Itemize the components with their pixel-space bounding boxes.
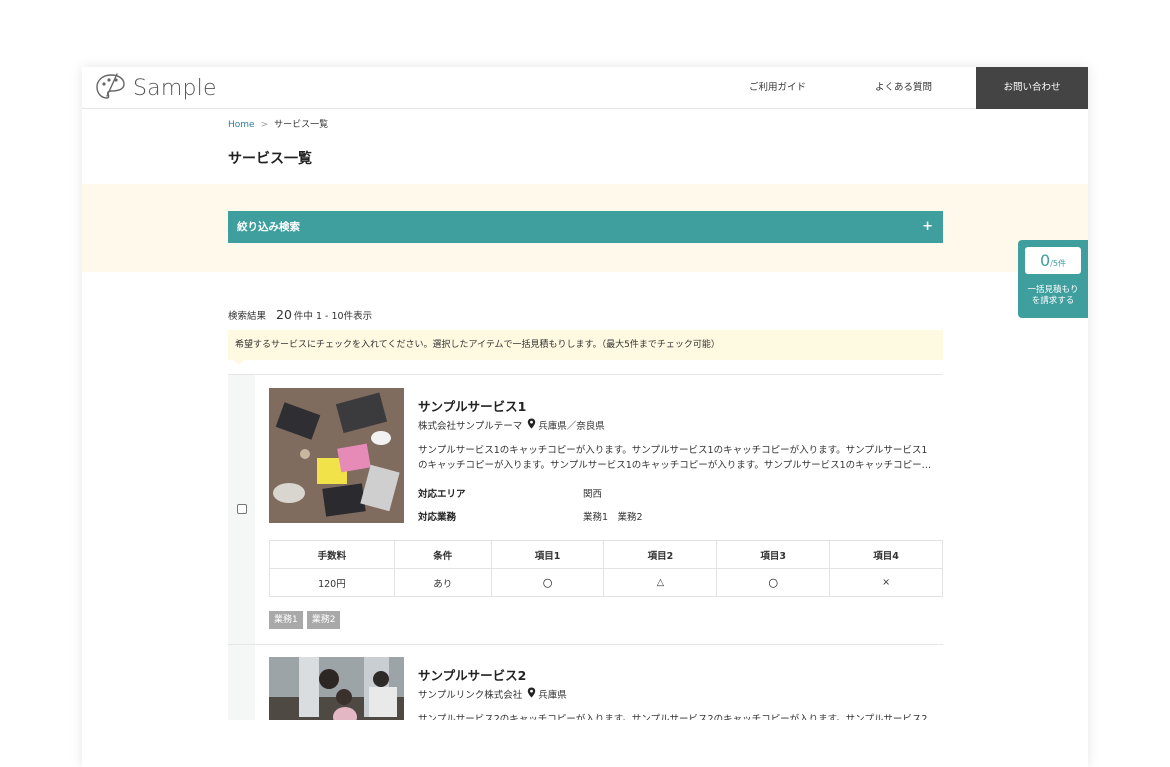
table-cell: × <box>829 568 943 597</box>
service-2-name[interactable]: サンプルサービス2 <box>418 665 526 684</box>
service-2-location: 兵庫県 <box>538 690 567 701</box>
service-1-location: 兵庫県／奈良県 <box>538 421 605 432</box>
service-1-company: 株式会社サンプルテーマ <box>418 421 523 432</box>
results-label: 検索結果 <box>228 311 267 322</box>
table-cell: △ <box>603 568 718 597</box>
breadcrumb-current: サービス一覧 <box>274 120 329 130</box>
service-1-area-value: 関西 <box>583 489 603 500</box>
service-2-company-row: サンプルリンク株式会社 兵庫県 <box>418 687 567 701</box>
checkbox-column <box>228 645 255 720</box>
breadcrumb-home-link[interactable]: Home <box>228 120 255 130</box>
filter-toggle-bar[interactable]: 絞り込み検索 + <box>228 211 943 243</box>
map-pin-icon <box>527 687 536 701</box>
table-header-cell: 項目1 <box>490 540 605 569</box>
service-1-tags: 業務1 業務2 <box>269 611 341 629</box>
breadcrumb-separator: > <box>260 120 269 130</box>
plus-icon: + <box>922 219 933 234</box>
bulk-quote-line: を請求する <box>1031 296 1075 306</box>
table-header-cell: 項目2 <box>603 540 718 569</box>
service-1-desc-line: のキャッチコピーが入ります。サンプルサービス1のキャッチコピーが入ります。サンプ… <box>418 460 932 471</box>
selection-notice: 希望するサービスにチェックを入れてください。選択したアイテムで一括見積もりします… <box>228 330 943 360</box>
service-1-area-label: 対応エリア <box>418 489 466 500</box>
results-range: 1 - 10件表示 <box>315 311 373 322</box>
table-cell: 120円 <box>269 568 395 597</box>
content-area: Home > サービス一覧 サービス一覧 絞り込み検索 + 検索結果 20 件中 1 -… <box>82 67 1088 720</box>
selected-count: 0 <box>1040 251 1051 270</box>
service-1-description: サンプルサービス1のキャッチコピーが入ります。サンプルサービス1のキャッチコピー… <box>418 443 943 473</box>
table-header-row: 手数料 条件 項目1 項目2 項目3 項目4 <box>269 540 943 569</box>
service-1-checkbox[interactable] <box>237 504 247 514</box>
bulk-quote-label: 一括見積もり を請求する <box>1018 285 1088 307</box>
tag: 業務1 <box>269 611 303 629</box>
service-1-price-table: 手数料 条件 項目1 項目2 項目3 項目4 120円 あり 〇 △ 〇 × <box>269 540 943 597</box>
service-2-desc-line: サンプルサービス2のキャッチコピーが入ります。サンプルサービス2のキャッチコピー… <box>418 714 928 720</box>
page-title: サービス一覧 <box>228 151 312 167</box>
filter-label: 絞り込み検索 <box>237 221 300 233</box>
table-header-cell: 条件 <box>393 540 492 569</box>
table-header-cell: 項目3 <box>716 540 831 569</box>
table-header-cell: 手数料 <box>269 540 395 569</box>
bulk-quote-line: 一括見積もり <box>1027 285 1079 295</box>
service-1-business-value: 業務1 業務2 <box>583 512 643 523</box>
breadcrumb: Home > サービス一覧 <box>228 117 328 130</box>
service-1-business-label: 対応業務 <box>418 512 457 523</box>
service-1-name[interactable]: サンプルサービス1 <box>418 396 526 415</box>
results-summary: 検索結果 20 件中 1 - 10件表示 <box>228 307 372 322</box>
table-header-cell: 項目4 <box>829 540 943 569</box>
table-cell: 〇 <box>490 568 605 597</box>
service-2-description: サンプルサービス2のキャッチコピーが入ります。サンプルサービス2のキャッチコピー… <box>418 712 943 720</box>
results-count-unit: 件中 <box>293 311 313 322</box>
selected-count-box: 0/5件 <box>1025 247 1081 274</box>
table-cell: あり <box>393 568 492 597</box>
service-1-desc-line: サンプルサービス1のキャッチコピーが入ります。サンプルサービス1のキャッチコピー… <box>418 445 928 456</box>
bulk-quote-widget[interactable]: 0/5件 一括見積もり を請求する <box>1018 240 1088 318</box>
table-cell: 〇 <box>716 568 831 597</box>
selected-max: /5件 <box>1050 259 1066 268</box>
tag: 業務2 <box>306 611 341 629</box>
service-1-company-row: 株式会社サンプルテーマ 兵庫県／奈良県 <box>418 418 605 432</box>
table-row: 120円 あり 〇 △ 〇 × <box>269 568 943 597</box>
service-1-image[interactable] <box>269 388 404 523</box>
service-2-company: サンプルリンク株式会社 <box>418 690 523 701</box>
item-divider <box>228 644 943 645</box>
item-divider <box>228 374 943 375</box>
results-count: 20 <box>276 307 292 322</box>
service-2-image[interactable] <box>269 657 404 720</box>
map-pin-icon <box>527 418 536 432</box>
notice-tail <box>234 360 244 365</box>
